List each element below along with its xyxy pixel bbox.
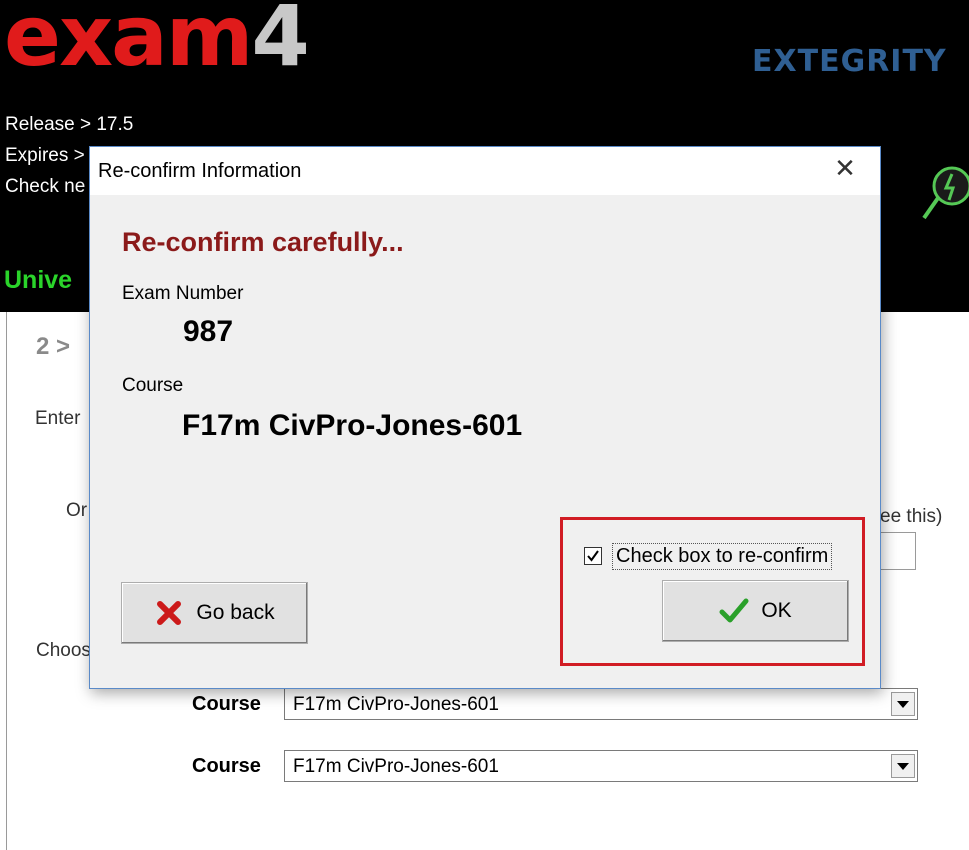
step-heading: 2 >: [36, 333, 71, 360]
go-back-button[interactable]: Go back: [121, 582, 308, 644]
course-label: Course: [192, 755, 261, 777]
dropdown-arrow-icon[interactable]: [891, 692, 915, 716]
checkmark-icon: [587, 550, 599, 562]
course-value: F17m CivPro-Jones-601: [182, 409, 523, 442]
reconfirm-dialog: Re-confirm Information ✕ Re-confirm care…: [89, 146, 881, 689]
choose-instruction: Choos: [36, 640, 91, 661]
reconfirm-checkbox[interactable]: [584, 547, 602, 565]
check-info: Check ne: [5, 176, 86, 197]
extegrity-brand: EXTEGRITY: [752, 44, 947, 79]
reconfirm-checkbox-label[interactable]: Check box to re-confirm: [612, 542, 833, 570]
reconfirm-checkbox-row[interactable]: Check box to re-confirm: [584, 541, 833, 571]
exam-number-value: 987: [183, 315, 234, 348]
or-text: Or: [66, 500, 88, 521]
release-info: Release > 17.5: [5, 114, 134, 135]
ok-button[interactable]: OK: [662, 580, 849, 642]
green-check-icon: [719, 596, 749, 626]
course-select-row-2: Course F17m CivPro-Jones-601: [192, 750, 918, 782]
institution-name: Unive: [4, 266, 73, 294]
go-back-label: Go back: [196, 601, 275, 624]
course-label: Course: [192, 693, 261, 715]
dropdown-arrow-icon[interactable]: [891, 754, 915, 778]
course-select[interactable]: F17m CivPro-Jones-601: [284, 750, 918, 782]
dialog-title: Re-confirm Information: [98, 160, 302, 182]
dialog-titlebar: Re-confirm Information ✕: [90, 147, 880, 195]
see-this-note: ee this): [880, 506, 943, 527]
plug-icon: [922, 166, 969, 220]
exam-number-input[interactable]: [876, 532, 916, 570]
exam-number-label: Exam Number: [122, 283, 244, 304]
expires-info: Expires >: [5, 145, 85, 166]
ok-label: OK: [761, 599, 792, 622]
course-select-row-1: Course F17m CivPro-Jones-601: [192, 688, 918, 720]
course-select[interactable]: F17m CivPro-Jones-601: [284, 688, 918, 720]
exam4-logo: exam4: [4, 0, 310, 85]
red-x-icon: [154, 598, 184, 628]
course-select-value: F17m CivPro-Jones-601: [293, 694, 499, 715]
dialog-heading: Re-confirm carefully...: [122, 227, 404, 257]
close-icon[interactable]: ✕: [832, 156, 858, 182]
enter-instruction: Enter: [35, 408, 81, 429]
course-select-value: F17m CivPro-Jones-601: [293, 756, 499, 777]
course-label: Course: [122, 375, 184, 396]
